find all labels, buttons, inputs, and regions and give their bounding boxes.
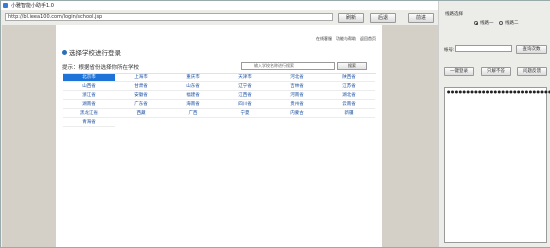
logo: 选择学校进行登录 <box>62 47 121 57</box>
province-link[interactable]: 江西省 <box>219 92 271 100</box>
search-button[interactable]: 搜索 <box>337 62 367 70</box>
browser-viewport: 在线客服 功能与帮助 返回首页 选择学校进行登录 提示：根据省份选择你所在学校 … <box>2 25 438 247</box>
province-link[interactable]: 内蒙古 <box>271 110 323 118</box>
side-panel: 线路选择 线路一 线路二 帐号: 查询次数 一键登录 只解不答 问题反馈 ●●●… <box>438 1 550 247</box>
province-link[interactable]: 河南省 <box>271 92 323 100</box>
province-link[interactable]: 天津市 <box>219 74 271 82</box>
province-link[interactable]: 河北省 <box>271 74 323 82</box>
province-link[interactable]: 湖北省 <box>323 92 375 100</box>
province-link[interactable]: 重庆市 <box>167 74 219 82</box>
feedback-button[interactable]: 问题反馈 <box>517 67 547 76</box>
province-link[interactable]: 新疆 <box>323 110 375 118</box>
web-page: 在线客服 功能与帮助 返回首页 选择学校进行登录 提示：根据省份选择你所在学校 … <box>56 25 382 247</box>
province-link[interactable]: 宁夏 <box>219 110 271 118</box>
province-link[interactable]: 云南省 <box>323 101 375 109</box>
province-link[interactable]: 江苏省 <box>323 83 375 91</box>
app-icon <box>3 3 8 8</box>
account-input[interactable] <box>455 45 512 52</box>
radio-icon <box>474 21 478 25</box>
top-links: 在线客服 功能与帮助 返回首页 <box>316 36 376 42</box>
line-option-label: 线路一 <box>480 21 494 26</box>
province-link[interactable]: 青海省 <box>63 119 115 127</box>
province-link[interactable]: 广东省 <box>115 101 167 109</box>
province-link[interactable]: 贵州省 <box>271 101 323 109</box>
province-link[interactable]: 安徽省 <box>115 92 167 100</box>
province-link[interactable]: 四川省 <box>219 101 271 109</box>
solve-only-button[interactable]: 只解不答 <box>481 67 511 76</box>
province-link[interactable]: 山西省 <box>63 83 115 91</box>
link-online-service[interactable]: 在线客服 <box>316 36 332 42</box>
logo-text: 选择学校进行登录 <box>69 49 121 57</box>
province-link[interactable]: 陕西省 <box>323 74 375 82</box>
back-button[interactable]: 后退 <box>370 13 396 23</box>
province-link[interactable]: 甘肃省 <box>115 83 167 91</box>
address-bar: http://bl.ieea100.com/login/school.jsp 刷… <box>2 11 438 25</box>
line-option-2[interactable]: 线路二 <box>499 20 519 26</box>
line-select-heading: 线路选择 <box>445 12 463 17</box>
line-option-1[interactable]: 线路一 <box>474 20 494 26</box>
province-link[interactable]: 吉林省 <box>271 83 323 91</box>
province-link[interactable]: 浙江省 <box>63 92 115 100</box>
window-title: 小雅智能小助手1.0 <box>11 3 54 9</box>
province-link[interactable]: 海南省 <box>167 101 219 109</box>
province-link[interactable]: 西藏 <box>115 110 167 118</box>
link-help[interactable]: 功能与帮助 <box>336 36 356 42</box>
account-label: 帐号: <box>444 48 455 53</box>
province-link[interactable]: 广西 <box>167 110 219 118</box>
province-link[interactable]: 上海市 <box>115 74 167 82</box>
one-click-login-button[interactable]: 一键登录 <box>444 67 474 76</box>
refresh-button[interactable]: 刷新 <box>338 13 364 23</box>
app-window: 小雅智能小助手1.0 _ □ × http://bl.ieea100.com/l… <box>0 0 550 248</box>
log-text: ●●●●●●●●●●●●●●●●●●●●●●●●●●●●●● <box>447 89 550 94</box>
province-link[interactable]: 湖南省 <box>63 101 115 109</box>
link-home[interactable]: 返回首页 <box>360 36 376 42</box>
province-link[interactable]: 福建省 <box>167 92 219 100</box>
province-link[interactable]: 山东省 <box>167 83 219 91</box>
province-link[interactable]: 辽宁省 <box>219 83 271 91</box>
query-count-button[interactable]: 查询次数 <box>516 45 547 54</box>
forward-button[interactable]: 前进 <box>408 13 434 23</box>
school-search-input[interactable]: 输入学校名称进行搜索 <box>241 62 335 70</box>
line-option-label: 线路二 <box>505 21 519 26</box>
province-link[interactable]: 北京市 <box>63 74 115 82</box>
hint-text: 提示：根据省份选择你所在学校 <box>62 65 140 71</box>
url-field[interactable]: http://bl.ieea100.com/login/school.jsp <box>5 13 333 21</box>
log-output[interactable]: ●●●●●●●●●●●●●●●●●●●●●●●●●●●●●● <box>444 87 550 243</box>
province-link[interactable]: 黑龙江省 <box>63 110 115 118</box>
province-grid: 北京市 上海市 重庆市 天津市 河北省 陕西省山西省 甘肃省 山东省 辽宁省 吉林省 江苏省浙江省安… <box>63 73 376 127</box>
logo-icon <box>62 49 67 55</box>
radio-icon <box>499 21 503 25</box>
